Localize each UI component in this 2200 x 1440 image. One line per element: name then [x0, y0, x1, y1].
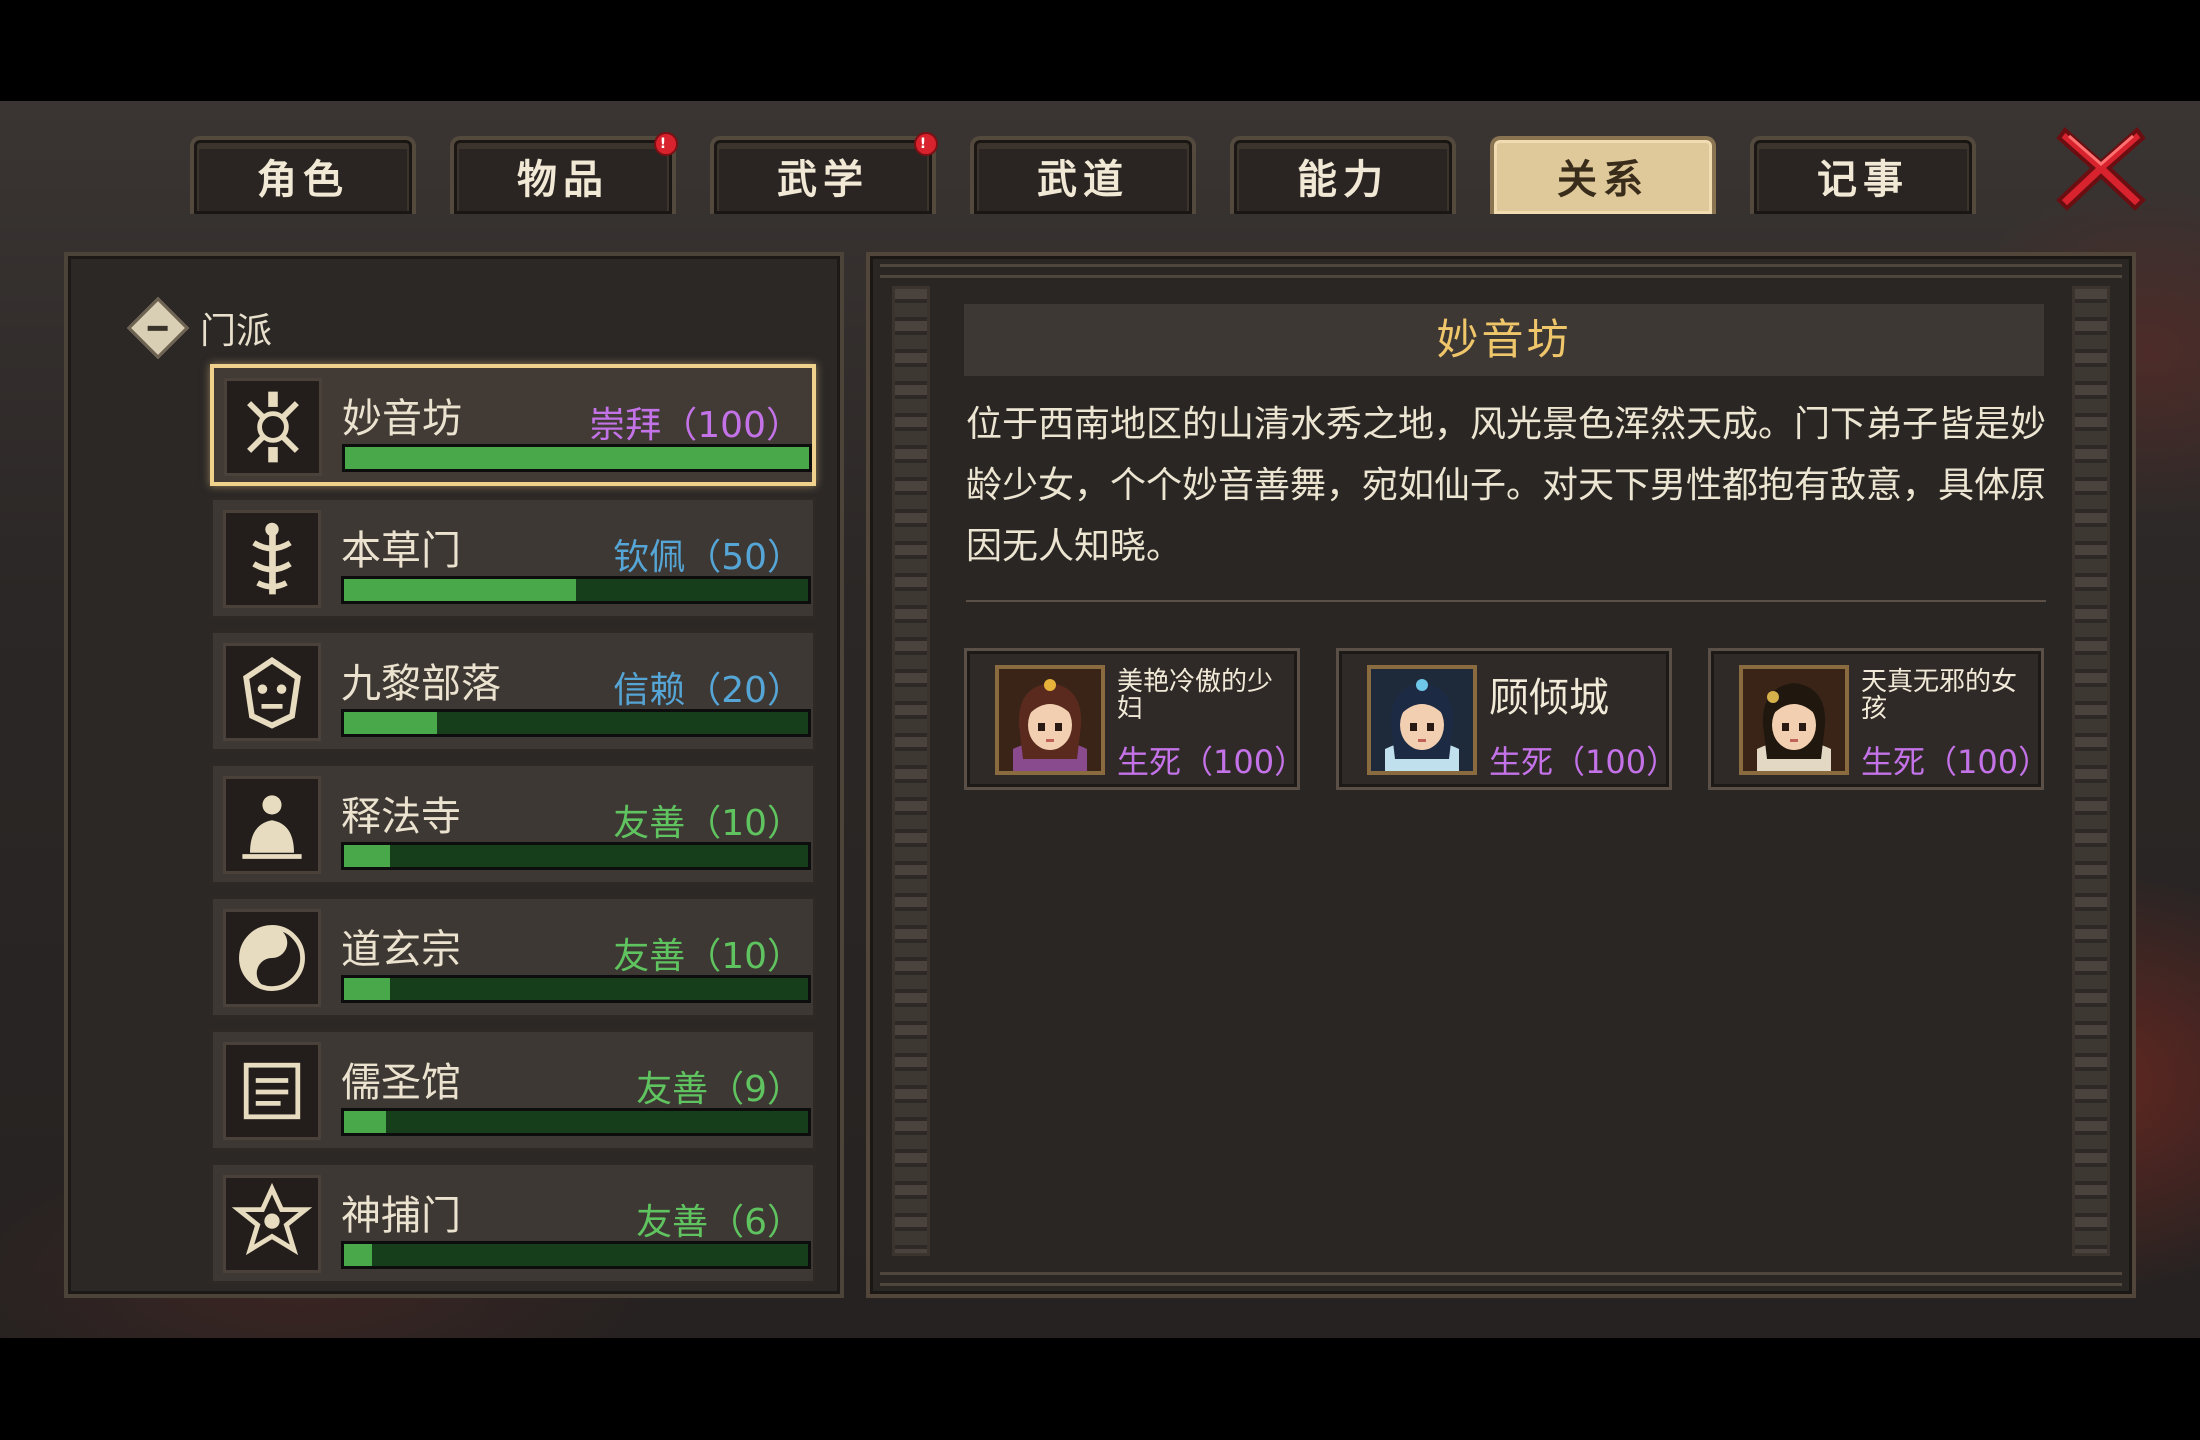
- girl-portrait-icon: [1739, 665, 1849, 775]
- tab-3[interactable]: 武道: [970, 136, 1196, 214]
- close-icon: [2056, 127, 2146, 211]
- buddha-emblem-icon: [223, 776, 321, 874]
- relation-progress-bar: [341, 975, 811, 1003]
- sect-members: 美艳冷傲的少妇生死（100） 顾倾城生死（100） 天真无邪的女孩生死（100）: [964, 648, 2054, 790]
- frame-ornament-bottom: [880, 1272, 2122, 1286]
- member-name: 顾倾城: [1489, 675, 1609, 721]
- sect-relation-status: 友善（6）: [636, 1202, 803, 1243]
- member-relation: 生死（100）: [1489, 743, 1679, 781]
- tab-label: 角色: [257, 157, 349, 203]
- yin-yang-emblem-icon: [223, 909, 321, 1007]
- sect-title: 妙音坊: [964, 304, 2044, 376]
- sect-detail-panel: 妙音坊 位于西南地区的山清水秀之地，风光景色浑然天成。门下弟子皆是妙龄少女，个个…: [866, 252, 2136, 1298]
- relation-progress-bar: [341, 1241, 811, 1269]
- tab-label: 记事: [1817, 157, 1909, 203]
- tab-label: 物品: [517, 157, 609, 203]
- group-label: 门派: [200, 311, 273, 352]
- alert-badge-icon: !: [914, 132, 938, 156]
- frame-ornament-top: [880, 264, 2122, 278]
- sect-name: 神捕门: [341, 1193, 461, 1239]
- sect-row[interactable]: 妙音坊 崇拜（100）: [210, 364, 816, 486]
- frame-meander-left: [892, 286, 930, 1256]
- divider: [966, 600, 2046, 602]
- sect-relation-status: 信赖（20）: [613, 670, 803, 711]
- relation-progress-fill: [344, 978, 391, 1000]
- alert-badge-icon: !: [654, 132, 678, 156]
- sect-row[interactable]: 释法寺 友善（10）: [210, 763, 816, 885]
- sect-row[interactable]: 本草门 钦佩（50）: [210, 497, 816, 619]
- sect-name: 儒圣馆: [341, 1060, 461, 1106]
- tab-6[interactable]: 记事: [1750, 136, 1976, 214]
- tab-bar: 角色 物品! 武学! 武道 能力 关系 记事: [190, 132, 1990, 214]
- relation-progress-bar: [342, 444, 812, 472]
- member-card[interactable]: 美艳冷傲的少妇生死（100）: [964, 648, 1306, 790]
- sect-row[interactable]: 九黎部落 信赖（20）: [210, 630, 816, 752]
- scroll-emblem-icon: [223, 1042, 321, 1140]
- lotus-bell-emblem-icon: [224, 378, 322, 476]
- sect-row[interactable]: 道玄宗 友善（10）: [210, 896, 816, 1018]
- relation-progress-bar: [341, 1108, 811, 1136]
- sect-relation-status: 友善（10）: [613, 803, 803, 844]
- sect-name: 妙音坊: [342, 396, 462, 442]
- sect-row[interactable]: 儒圣馆 友善（9）: [210, 1029, 816, 1151]
- collapse-minus-icon[interactable]: [126, 296, 190, 360]
- tab-1[interactable]: 物品!: [450, 132, 678, 214]
- tab-5[interactable]: 关系: [1490, 136, 1716, 214]
- sect-list: 妙音坊 崇拜（100） 本草门 钦佩（50） 九黎部落 信赖（20） 释法寺 友善（10） 道玄…: [210, 364, 816, 1295]
- member-card[interactable]: 天真无邪的女孩生死（100）: [1708, 648, 2050, 790]
- sect-row[interactable]: 神捕门 友善（6）: [210, 1162, 816, 1284]
- relation-progress-fill: [344, 1111, 386, 1133]
- sect-relation-status: 友善（9）: [636, 1069, 803, 1110]
- tab-label: 能力: [1297, 157, 1389, 203]
- tribal-mask-emblem-icon: [223, 643, 321, 741]
- caduceus-emblem-icon: [223, 510, 321, 608]
- tab-label: 武学: [777, 157, 869, 203]
- sect-description: 位于西南地区的山清水秀之地，风光景色浑然天成。门下弟子皆是妙龄少女，个个妙音善舞…: [966, 404, 2047, 567]
- tab-0[interactable]: 角色: [190, 136, 416, 214]
- sect-relation-status: 崇拜（100）: [589, 405, 802, 446]
- member-relation: 生死（100）: [1117, 743, 1307, 781]
- relation-progress-bar: [341, 576, 811, 604]
- badge-emblem-icon: [223, 1175, 321, 1273]
- blue-hair-woman-portrait-icon: [1367, 665, 1477, 775]
- frame-meander-right: [2072, 286, 2110, 1256]
- tab-4[interactable]: 能力: [1230, 136, 1456, 214]
- sect-relation-status: 友善（10）: [613, 936, 803, 977]
- member-card[interactable]: 顾倾城生死（100）: [1336, 648, 1678, 790]
- tab-label: 武道: [1037, 157, 1129, 203]
- sect-name: 释法寺: [341, 794, 461, 840]
- relation-progress-bar: [341, 709, 811, 737]
- close-button[interactable]: [2055, 122, 2147, 214]
- member-name: 美艳冷傲的少妇: [1117, 667, 1274, 725]
- sect-name: 道玄宗: [341, 927, 461, 973]
- sect-list-panel: 门派 妙音坊 崇拜（100） 本草门 钦佩（50） 九黎部落 信赖（20） 释法寺 友善（10…: [64, 252, 844, 1298]
- sect-name: 本草门: [341, 528, 461, 574]
- tab-label: 关系: [1557, 157, 1649, 203]
- sect-name: 九黎部落: [341, 661, 501, 707]
- relation-progress-fill: [344, 712, 437, 734]
- relation-progress-bar: [341, 842, 811, 870]
- relation-progress-fill: [344, 845, 391, 867]
- tab-2[interactable]: 武学!: [710, 132, 938, 214]
- relation-progress-fill: [344, 579, 576, 601]
- woman-portrait-icon: [995, 665, 1105, 775]
- sect-relation-status: 钦佩（50）: [613, 537, 803, 578]
- relation-progress-fill: [345, 447, 809, 469]
- relation-progress-fill: [344, 1244, 372, 1266]
- member-name: 天真无邪的女孩: [1861, 667, 2018, 725]
- member-relation: 生死（100）: [1861, 743, 2051, 781]
